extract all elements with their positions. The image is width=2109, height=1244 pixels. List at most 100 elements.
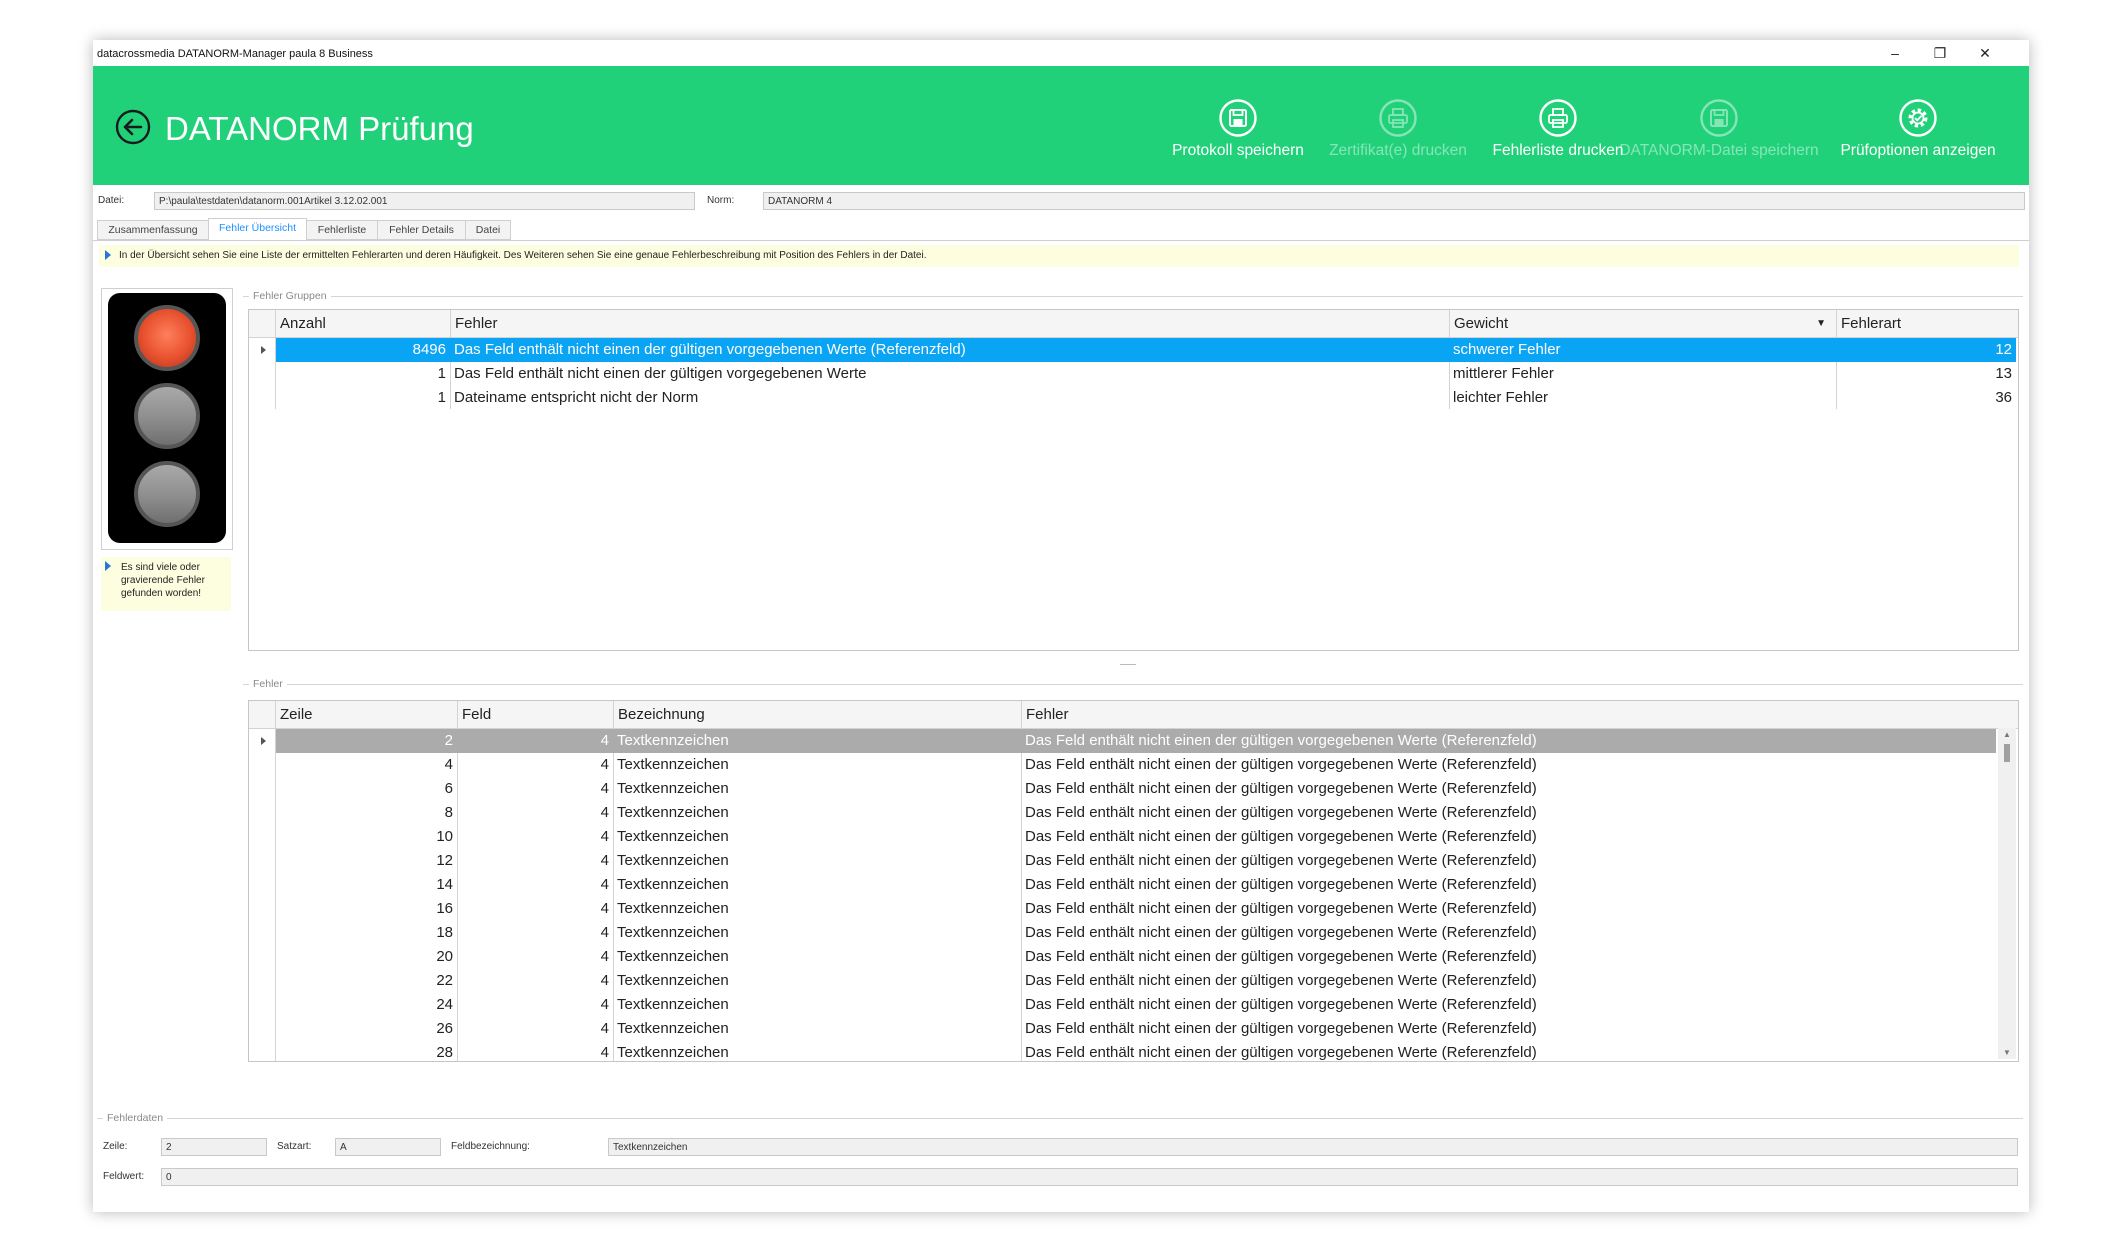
error-field: 4: [600, 876, 609, 893]
error-field: 4: [600, 948, 609, 965]
group-error-text: Dateiname entspricht nicht der Norm: [454, 389, 699, 406]
window-title: datacrossmedia DATANORM-Manager paula 8 …: [97, 48, 373, 60]
error-designation: Textkennzeichen: [617, 804, 729, 821]
group-error-text: Das Feld enthält nicht einen der gültige…: [454, 341, 966, 358]
tab-datei[interactable]: Datei: [465, 220, 511, 240]
error-line: 10: [436, 828, 453, 845]
error-field: 4: [600, 732, 609, 749]
save-datanorm-file-label: DATANORM-Datei speichern: [1619, 142, 1819, 159]
scroll-up-icon[interactable]: ▲: [2003, 730, 2011, 739]
errors-table[interactable]: Zeile Feld Bezeichnung Fehler 2 4 Textkenn…: [248, 700, 2019, 1062]
close-button[interactable]: ✕: [1963, 42, 2007, 64]
norm-label: Norm:: [707, 195, 735, 206]
tab-fehler-details[interactable]: Fehler Details: [377, 220, 466, 240]
error-field: 4: [600, 804, 609, 821]
error-field: 4: [600, 828, 609, 845]
errors-frame-line: [243, 684, 2023, 685]
col-zeile[interactable]: Zeile: [275, 701, 457, 728]
restore-button[interactable]: ❐: [1918, 42, 1962, 64]
splitter-grip[interactable]: [1120, 664, 1136, 665]
save-protocol-label: Protokoll speichern: [1172, 142, 1304, 159]
row-indicator-icon: [261, 737, 266, 745]
error-text: Das Feld enthält nicht einen der gültige…: [1025, 828, 1537, 845]
col-fehlerart[interactable]: Fehlerart: [1836, 310, 2018, 337]
file-path-field[interactable]: P:\paula\testdaten\datanorm.001Artikel 3…: [154, 192, 695, 210]
error-designation: Textkennzeichen: [617, 780, 729, 797]
error-line: 28: [436, 1044, 453, 1061]
minimize-button[interactable]: –: [1873, 42, 1917, 64]
group-count: 8496: [412, 341, 446, 358]
error-designation: Textkennzeichen: [617, 900, 729, 917]
vertical-scrollbar[interactable]: ▲ ▼: [1998, 728, 2016, 1059]
error-line: 26: [436, 1020, 453, 1037]
app-window: datacrossmedia DATANORM-Manager paula 8 …: [93, 40, 2029, 1212]
group-weight: mittlerer Fehler: [1453, 365, 1554, 382]
scrollbar-thumb[interactable]: [2004, 744, 2010, 762]
scroll-down-icon[interactable]: ▼: [2003, 1048, 2011, 1057]
error-field: 4: [600, 900, 609, 917]
details-frame-line: [97, 1118, 2023, 1119]
col-gewicht-label: Gewicht: [1454, 315, 1509, 332]
col-bezeichnung[interactable]: Bezeichnung: [613, 701, 1021, 728]
error-text: Das Feld enthält nicht einen der gültige…: [1025, 948, 1537, 965]
tab-fehlerliste[interactable]: Fehlerliste: [306, 220, 378, 240]
feldbezeichnung-field[interactable]: Textkennzeichen: [608, 1138, 2018, 1156]
error-designation: Textkennzeichen: [617, 924, 729, 941]
errors-header: Zeile Feld Bezeichnung Fehler: [249, 701, 2018, 729]
feldbezeichnung-label: Feldbezeichnung:: [451, 1141, 530, 1152]
error-line: 22: [436, 972, 453, 989]
grid-line: [613, 728, 614, 1061]
error-text: Das Feld enthält nicht einen der gültige…: [1025, 780, 1537, 797]
error-line: 4: [444, 756, 453, 773]
error-designation: Textkennzeichen: [617, 852, 729, 869]
group-count: 1: [437, 365, 446, 382]
page-title: DATANORM Prüfung: [165, 110, 474, 147]
red-lamp: [134, 305, 200, 371]
group-error-type: 36: [1995, 389, 2012, 406]
group-error-text: Das Feld enthält nicht einen der gültige…: [454, 365, 867, 382]
header-bar: DATANORM Prüfung Protokoll speichern Zer…: [93, 66, 2029, 185]
group-error-type: 12: [1995, 341, 2012, 358]
groups-frame-line: [243, 296, 2023, 297]
col-fehler[interactable]: Fehler: [1021, 701, 2018, 728]
info-banner: In der Übersicht sehen Sie eine Liste de…: [99, 245, 2019, 267]
error-line: 12: [436, 852, 453, 869]
groups-table[interactable]: Anzahl Fehler Gewicht ▼ Fehlerart 8496 Da…: [248, 309, 2019, 651]
error-field: 4: [600, 924, 609, 941]
note-arrow-icon: [105, 561, 111, 571]
error-text: Das Feld enthält nicht einen der gültige…: [1025, 972, 1537, 989]
col-feld[interactable]: Feld: [457, 701, 613, 728]
zeile-field[interactable]: 2: [161, 1138, 267, 1156]
show-check-options-button[interactable]: Prüfoptionen anzeigen: [1813, 98, 2023, 178]
zeile-label: Zeile:: [103, 1141, 128, 1152]
satzart-label: Satzart:: [277, 1141, 312, 1152]
back-arrow-icon[interactable]: [115, 109, 151, 145]
group-count: 1: [437, 389, 446, 406]
error-line: 18: [436, 924, 453, 941]
error-line: 14: [436, 876, 453, 893]
save-datanorm-file-button[interactable]: DATANORM-Datei speichern: [1614, 98, 1824, 178]
tab-divider: [93, 240, 2029, 241]
status-note: Es sind viele oder gravierende Fehler ge…: [101, 557, 231, 611]
feldwert-label: Feldwert:: [103, 1171, 145, 1182]
gear-icon: [1899, 99, 1937, 137]
tab-zusammenfassung[interactable]: Zusammenfassung: [97, 220, 209, 240]
error-field: 4: [600, 756, 609, 773]
error-field: 4: [600, 1044, 609, 1061]
error-line: 24: [436, 996, 453, 1013]
filter-dropdown-icon[interactable]: ▼: [1816, 310, 1826, 337]
error-designation: Textkennzeichen: [617, 972, 729, 989]
norm-field[interactable]: DATANORM 4: [763, 192, 2025, 210]
error-field: 4: [600, 780, 609, 797]
col-fehler[interactable]: Fehler: [450, 310, 1449, 337]
error-text: Das Feld enthält nicht einen der gültige…: [1025, 1044, 1537, 1061]
satzart-field[interactable]: A: [335, 1138, 441, 1156]
error-designation: Textkennzeichen: [617, 828, 729, 845]
status-line-1: Es sind viele oder: [121, 562, 200, 573]
error-text: Das Feld enthält nicht einen der gültige…: [1025, 1020, 1537, 1037]
col-gewicht[interactable]: Gewicht ▼: [1449, 310, 1836, 337]
col-anzahl[interactable]: Anzahl: [275, 310, 450, 337]
error-designation: Textkennzeichen: [617, 948, 729, 965]
tab-fehler-uebersicht[interactable]: Fehler Übersicht: [208, 218, 307, 241]
feldwert-field[interactable]: 0: [161, 1168, 2018, 1186]
